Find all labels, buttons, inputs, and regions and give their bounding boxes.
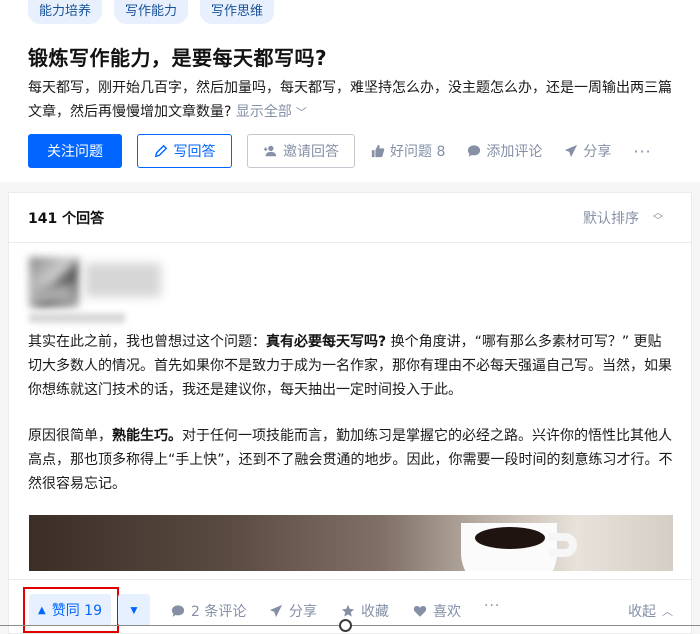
upvote-label: 赞同 19: [51, 603, 102, 619]
favorite-label: 收藏: [361, 604, 389, 620]
add-comment-button[interactable]: 添加评论: [467, 141, 542, 161]
answer-count: 141 个回答: [28, 211, 105, 227]
pen-icon: [154, 144, 167, 158]
triangle-up-icon: ▲: [38, 604, 46, 616]
answer-paragraph: 其实在此之前，我也曾想过这个问题：真有必要每天写吗? 换个角度讲，“哪有那么多素…: [28, 330, 673, 402]
answer-text: 其实在此之前，我也曾想过这个问题：: [28, 334, 266, 350]
downvote-button[interactable]: ▼: [118, 594, 150, 626]
scroll-handle[interactable]: [339, 619, 352, 632]
topic-tag[interactable]: 能力培养: [28, 0, 103, 24]
add-user-icon: [263, 145, 277, 157]
like-button[interactable]: 喜欢: [413, 601, 461, 621]
answers-header: 141 个回答 默认排序 ︿ ﹀: [9, 193, 691, 243]
topic-tags: 能力培养 写作能力 写作思维: [28, 0, 275, 24]
cup-handle: [549, 533, 577, 557]
question-description-text: 每天都写，刚开始几百字，然后加量吗，每天都写，难坚持怎么办，没主题怎么办，还是一…: [28, 80, 672, 120]
sort-arrows-icon: ︿ ﹀: [653, 208, 663, 227]
answers-card: 141 个回答 默认排序 ︿ ﹀ 其实在此之前，我也曾想过这个问题：真有必要每天写…: [8, 192, 692, 634]
question-actions: 关注问题 写回答 邀请回答 好问题 8 添加评论 分享 ···: [28, 134, 652, 168]
heart-icon: [413, 605, 427, 617]
question-description: 每天都写，刚开始几百字，然后加量吗，每天都写，难坚持怎么办，没主题怎么办，还是一…: [28, 76, 678, 125]
comment-icon: [171, 605, 185, 617]
invite-answer-label: 邀请回答: [283, 144, 339, 160]
show-all-label: 显示全部: [235, 104, 292, 120]
topic-tag[interactable]: 写作思维: [200, 0, 275, 24]
paper-plane-icon: [565, 144, 578, 158]
write-answer-button[interactable]: 写回答: [137, 134, 232, 168]
comments-button[interactable]: 2 条评论: [171, 601, 246, 621]
more-options-button[interactable]: ···: [633, 142, 651, 161]
sort-label: 默认排序: [583, 211, 639, 227]
collapse-button[interactable]: 收起 ︿: [628, 601, 673, 621]
author-name-blurred[interactable]: [85, 263, 161, 297]
question-title[interactable]: 锻炼写作能力，是要每天都写吗?: [28, 42, 327, 71]
comment-icon: [468, 145, 481, 157]
good-question-label: 好问题 8: [390, 144, 446, 160]
thumbs-up-icon: [371, 144, 385, 158]
share-answer-label: 分享: [289, 604, 317, 620]
coffee-surface: [475, 527, 545, 549]
follow-question-button[interactable]: 关注问题: [28, 134, 122, 168]
answer-paragraph: 原因很简单，熟能生巧。对于任何一项技能而言，勤加练习是掌握它的必经之路。兴许你的…: [28, 424, 673, 496]
write-answer-label: 写回答: [173, 144, 216, 160]
like-label: 喜欢: [433, 604, 461, 620]
good-question-button[interactable]: 好问题 8: [371, 141, 445, 161]
question-card: 能力培养 写作能力 写作思维 锻炼写作能力，是要每天都写吗? 每天都写，刚开始几…: [0, 0, 700, 182]
answer-text: 原因很简单，: [28, 428, 112, 444]
chevron-up-icon: ︿: [662, 605, 673, 618]
paper-plane-icon: [269, 604, 283, 618]
answer-bold-text: 熟能生巧。: [112, 428, 182, 444]
answer-bold-text: 真有必要每天写吗?: [266, 334, 387, 350]
avatar-blur-detail: [33, 285, 73, 303]
star-icon: [341, 604, 355, 617]
favorite-button[interactable]: 收藏: [341, 601, 389, 621]
share-question-label: 分享: [583, 144, 612, 160]
answer-more-button[interactable]: ···: [484, 598, 500, 614]
comments-label: 2 条评论: [191, 604, 247, 620]
collapse-label: 收起: [628, 604, 656, 620]
triangle-down-icon: ▼: [128, 603, 140, 617]
sort-selector[interactable]: 默认排序 ︿ ﹀: [583, 208, 663, 228]
topic-tag[interactable]: 写作能力: [114, 0, 189, 24]
answer-image-coffee-cup[interactable]: [29, 515, 673, 571]
share-question-button[interactable]: 分享: [564, 141, 611, 161]
upvote-button[interactable]: ▲ 赞同 19: [29, 594, 111, 626]
author-meta-blurred: [29, 313, 125, 323]
show-all-link[interactable]: 显示全部 ﹀: [236, 104, 307, 120]
share-answer-button[interactable]: 分享: [269, 601, 317, 621]
invite-answer-button[interactable]: 邀请回答: [247, 134, 355, 168]
add-comment-label: 添加评论: [486, 144, 543, 160]
chevron-down-icon: ﹀: [295, 106, 307, 119]
